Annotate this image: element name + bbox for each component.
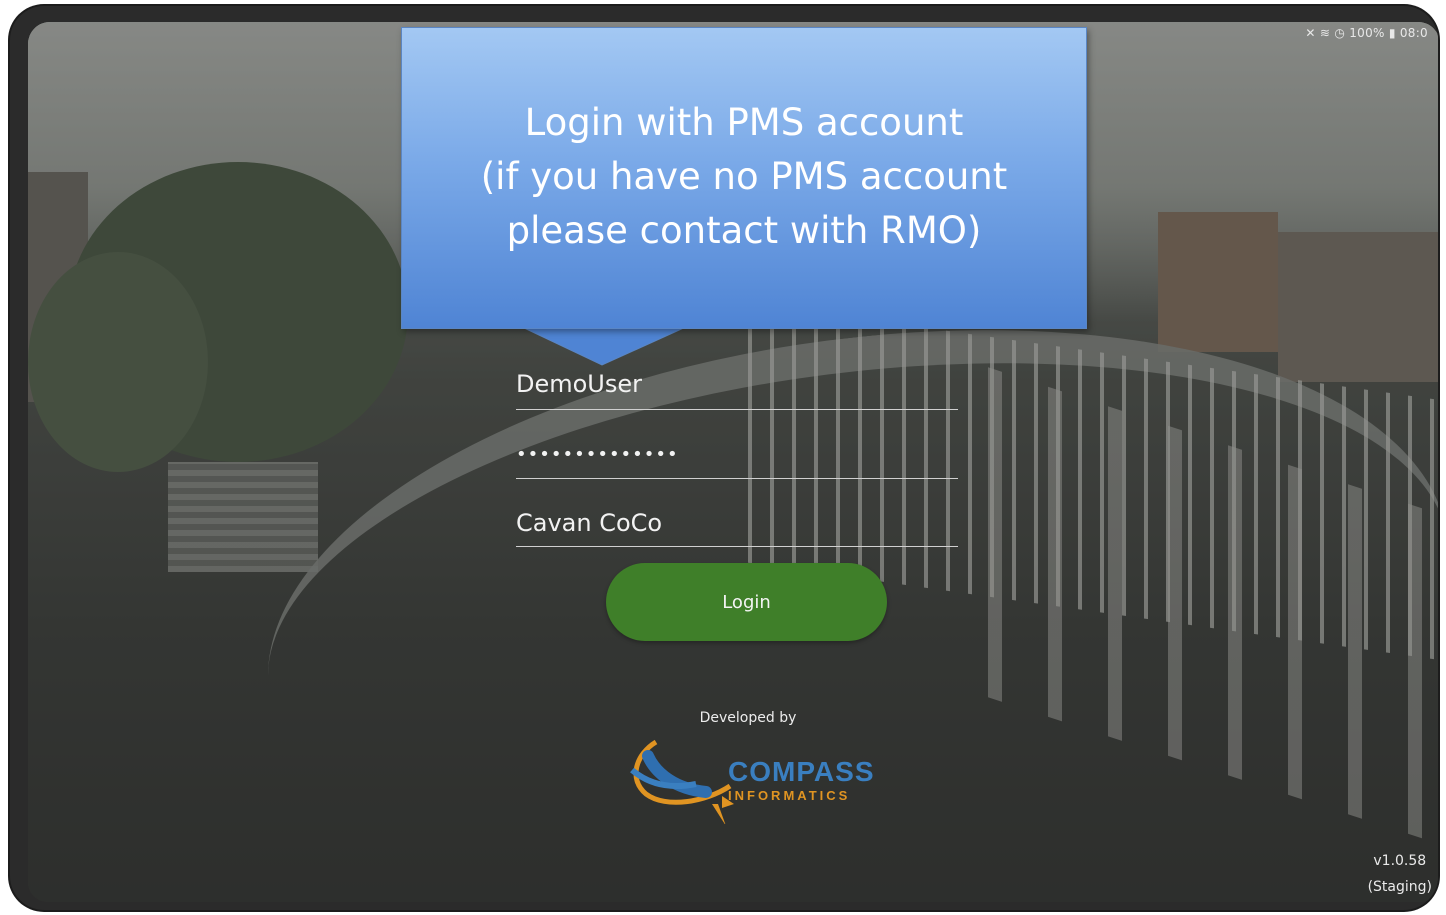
build-label: (Staging) — [1367, 879, 1432, 895]
login-button[interactable]: Login — [606, 563, 887, 641]
logo-main-text: COMPASS — [728, 756, 875, 787]
callout-text: Login with PMS account (if you have no P… — [402, 96, 1086, 258]
username-value: DemoUser — [516, 370, 643, 398]
callout-line: please contact with RMO) — [506, 209, 982, 252]
callout-line: (if you have no PMS account — [480, 155, 1008, 198]
help-callout: Login with PMS account (if you have no P… — [401, 27, 1087, 329]
logo-sub-text: INFORMATICS — [728, 788, 851, 803]
password-field[interactable]: •••••••••••••• — [516, 440, 958, 479]
version-label: v1.0.58 — [1373, 853, 1427, 869]
developed-by-label: Developed by — [699, 710, 797, 726]
compass-informatics-logo: COMPASS INFORMATICS — [626, 734, 886, 826]
compass-swoosh-icon — [630, 739, 734, 826]
organisation-field[interactable]: Cavan CoCo — [516, 508, 958, 547]
callout-line: Login with PMS account — [524, 101, 964, 144]
status-bar: ✕ ≋ ◷ 100% ▮ 08:0 — [1305, 26, 1428, 40]
version-info: v1.0.58 (Staging) — [1368, 848, 1432, 900]
password-value: •••••••••••••• — [516, 444, 679, 465]
organisation-value: Cavan CoCo — [516, 509, 663, 537]
username-field[interactable]: DemoUser — [516, 369, 958, 410]
